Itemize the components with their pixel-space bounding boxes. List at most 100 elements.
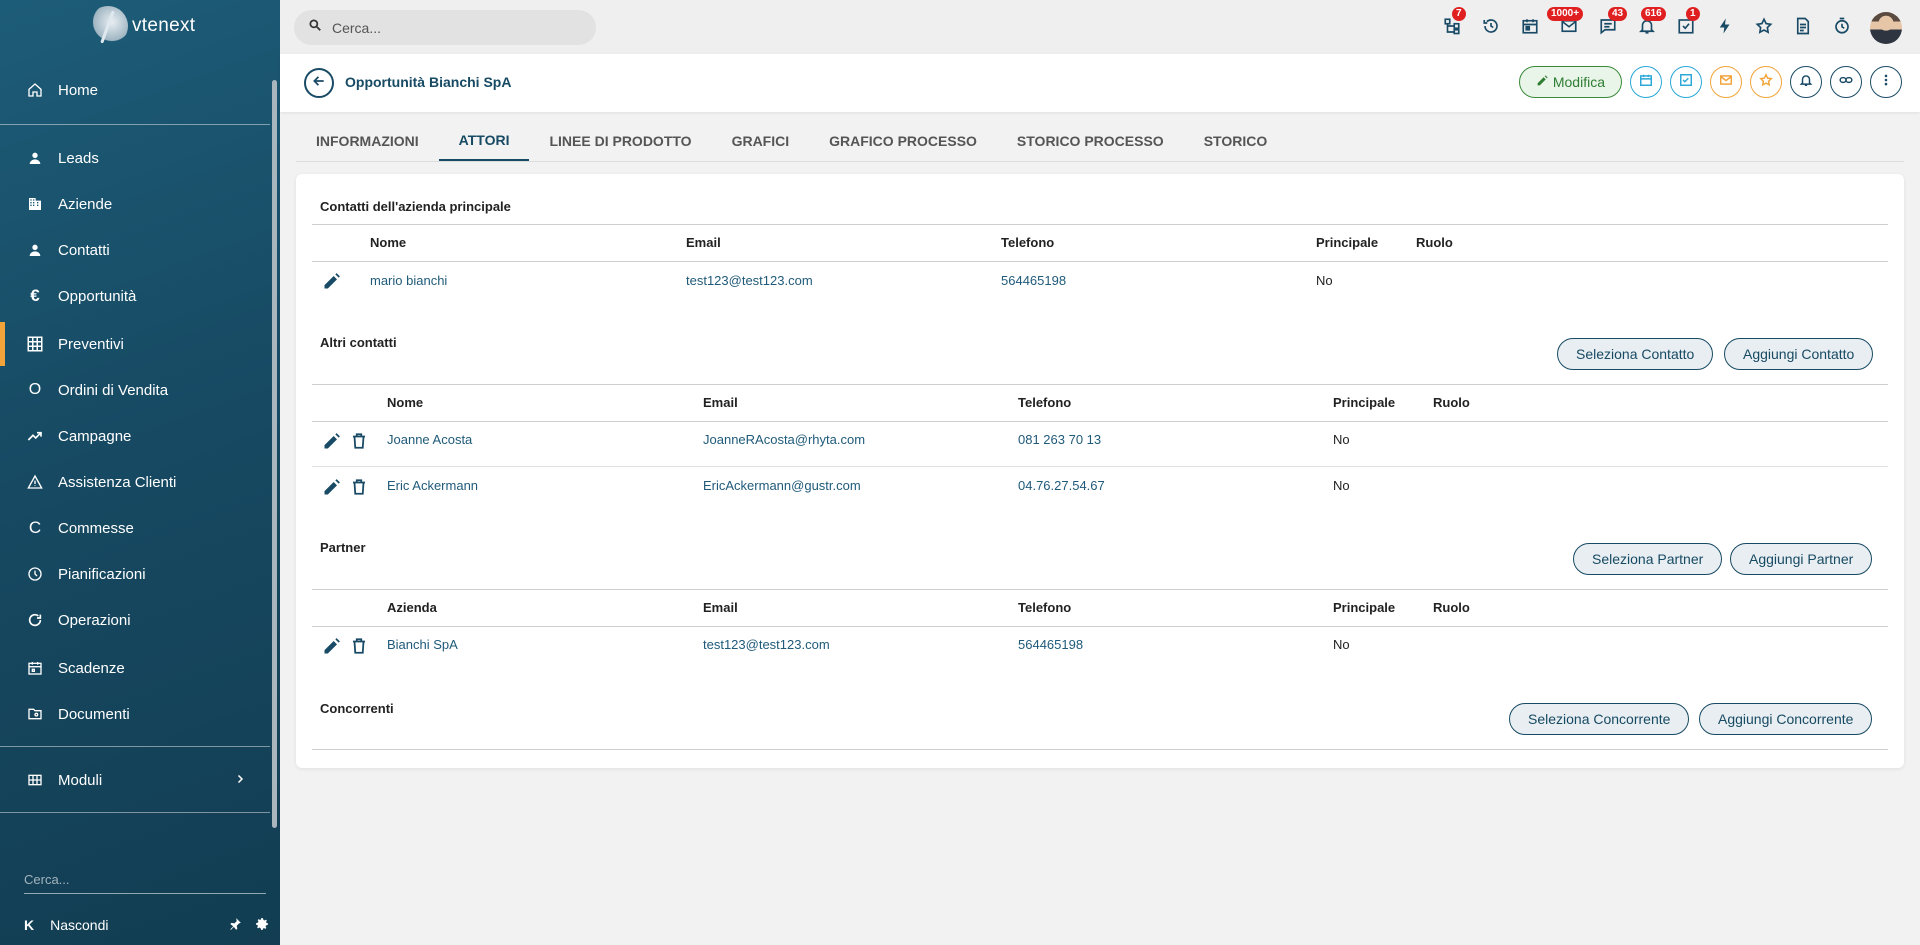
sidebar-item-moduli[interactable]: Moduli: [0, 758, 270, 802]
warning-icon: [24, 471, 46, 493]
tasks-button[interactable]: 1: [1666, 7, 1705, 43]
add-contact-button[interactable]: Aggiungi Contatto: [1724, 338, 1874, 370]
contact-phone-link[interactable]: 081 263 70 13: [1018, 432, 1101, 447]
pin-icon[interactable]: [228, 917, 242, 934]
collapse-icon[interactable]: K: [24, 917, 34, 933]
trash-icon[interactable]: [350, 636, 368, 661]
tab-attori[interactable]: ATTORI: [438, 120, 530, 162]
trash-icon[interactable]: [350, 477, 368, 502]
sidebar-item-home[interactable]: Home: [0, 68, 270, 112]
pencil-icon[interactable]: [322, 477, 342, 502]
scrollbar-thumb[interactable]: [272, 80, 277, 828]
table-row-actions: [322, 271, 342, 296]
home-icon: [24, 79, 46, 101]
global-search[interactable]: [294, 10, 596, 45]
sidebar-item-pianificazioni[interactable]: Pianificazioni: [0, 552, 270, 596]
timer-button[interactable]: [1822, 13, 1861, 43]
sidebar-item-scadenze[interactable]: Scadenze: [0, 646, 270, 690]
history-button[interactable]: [1471, 13, 1510, 43]
task-check-icon: [1679, 73, 1693, 92]
select-contact-button[interactable]: Seleziona Contatto: [1557, 338, 1714, 370]
contact-principal: No: [1316, 273, 1333, 288]
circle-o-icon: O: [28, 381, 42, 398]
sidebar-item-documenti[interactable]: Documenti: [0, 692, 270, 736]
add-task-button[interactable]: [1670, 66, 1702, 98]
contact-email-link[interactable]: test123@test123.com: [686, 273, 813, 288]
contact-phone-link[interactable]: 04.76.27.54.67: [1018, 478, 1105, 493]
calendar-button[interactable]: [1510, 13, 1549, 43]
tab-storico-processo[interactable]: STORICO PROCESSO: [997, 120, 1184, 162]
notifications-button[interactable]: 616: [1627, 7, 1666, 43]
sidebar-item-contatti[interactable]: Contatti: [0, 228, 270, 272]
contact-phone-link[interactable]: 564465198: [1001, 273, 1066, 288]
pencil-icon[interactable]: [322, 431, 342, 456]
record-tabs: INFORMAZIONI ATTORI LINEE DI PRODOTTO GR…: [296, 120, 1287, 162]
add-competitor-button[interactable]: Aggiungi Concorrente: [1699, 703, 1873, 735]
hide-sidebar-label[interactable]: Nascondi: [50, 917, 108, 933]
processes-button[interactable]: 7: [1432, 7, 1471, 43]
favorite-button[interactable]: [1750, 66, 1782, 98]
gear-icon[interactable]: [254, 916, 270, 935]
favorites-button[interactable]: [1744, 13, 1783, 43]
grid-icon: [24, 769, 46, 791]
trash-icon[interactable]: [350, 431, 368, 456]
contact-email-link[interactable]: EricAckermann@gustr.com: [703, 478, 861, 493]
notify-button[interactable]: [1790, 66, 1822, 98]
table-divider: [312, 626, 1888, 627]
sidebar-item-label: Leads: [58, 149, 99, 167]
quick-actions-button[interactable]: [1705, 13, 1744, 43]
tab-informazioni[interactable]: INFORMAZIONI: [296, 120, 439, 162]
column-header: Email: [703, 395, 738, 410]
sidebar-item-preventivi[interactable]: Preventivi: [0, 322, 270, 366]
partner-phone-link[interactable]: 564465198: [1018, 637, 1083, 652]
contact-name-link[interactable]: mario bianchi: [370, 273, 447, 288]
add-event-button[interactable]: [1630, 66, 1662, 98]
add-partner-button[interactable]: Aggiungi Partner: [1730, 543, 1873, 575]
tab-storico[interactable]: STORICO: [1184, 120, 1288, 162]
c-icon: C: [28, 518, 42, 537]
table-divider: [312, 749, 1888, 750]
sidebar-item-label: Ordini di Vendita: [58, 381, 169, 399]
sidebar-item-aziende[interactable]: Aziende: [0, 182, 270, 226]
back-button[interactable]: [304, 68, 334, 98]
sidebar-item-label: Scadenze: [58, 659, 125, 677]
pencil-icon[interactable]: [322, 271, 342, 296]
sidebar-item-assistenza-clienti[interactable]: Assistenza Clienti: [0, 460, 270, 504]
documents-button[interactable]: [1783, 13, 1822, 43]
calendar-icon: [1639, 73, 1653, 92]
send-email-button[interactable]: [1710, 66, 1742, 98]
sidebar-item-operazioni[interactable]: Operazioni: [0, 598, 270, 642]
edit-button[interactable]: Modifica: [1518, 66, 1622, 98]
tab-grafico-processo[interactable]: GRAFICO PROCESSO: [809, 120, 997, 162]
sidebar-item-campagne[interactable]: Campagne: [0, 414, 270, 458]
sidebar-item-label: Contatti: [58, 241, 110, 259]
sidebar-divider: [0, 124, 270, 125]
processes-badge: 7: [1452, 7, 1466, 21]
select-partner-button[interactable]: Seleziona Partner: [1573, 543, 1723, 575]
global-search-input[interactable]: [332, 19, 572, 36]
sidebar-scrollbar[interactable]: [270, 68, 280, 838]
lightning-icon: [1716, 17, 1734, 40]
sidebar-item-commesse[interactable]: C Commesse: [0, 506, 270, 550]
sidebar-item-opportunita[interactable]: € Opportunità: [0, 274, 270, 318]
sidebar-item-ordini-di-vendita[interactable]: O Ordini di Vendita: [0, 368, 270, 412]
partner-name-link[interactable]: Bianchi SpA: [387, 637, 458, 652]
more-button[interactable]: [1870, 66, 1902, 98]
contact-email-link[interactable]: JoanneRAcosta@rhyta.com: [703, 432, 865, 447]
sidebar-search-input[interactable]: [24, 866, 266, 894]
table-divider: [312, 261, 1888, 262]
select-competitor-button[interactable]: Seleziona Concorrente: [1509, 703, 1690, 735]
messages-button[interactable]: 43: [1588, 7, 1628, 43]
partner-email-link[interactable]: test123@test123.com: [703, 637, 830, 652]
link-button[interactable]: [1830, 66, 1862, 98]
mail-button[interactable]: 1000+: [1547, 7, 1588, 43]
pencil-icon[interactable]: [322, 636, 342, 661]
tab-linee-di-prodotto[interactable]: LINEE DI PRODOTTO: [529, 120, 711, 162]
sidebar-item-leads[interactable]: Leads: [0, 136, 270, 180]
contact-name-link[interactable]: Eric Ackermann: [387, 478, 478, 493]
app-logo[interactable]: vtenext: [88, 6, 195, 46]
tab-grafici[interactable]: GRAFICI: [712, 120, 810, 162]
user-avatar[interactable]: [1870, 12, 1902, 44]
table-row-actions: [322, 477, 368, 502]
contact-name-link[interactable]: Joanne Acosta: [387, 432, 472, 447]
